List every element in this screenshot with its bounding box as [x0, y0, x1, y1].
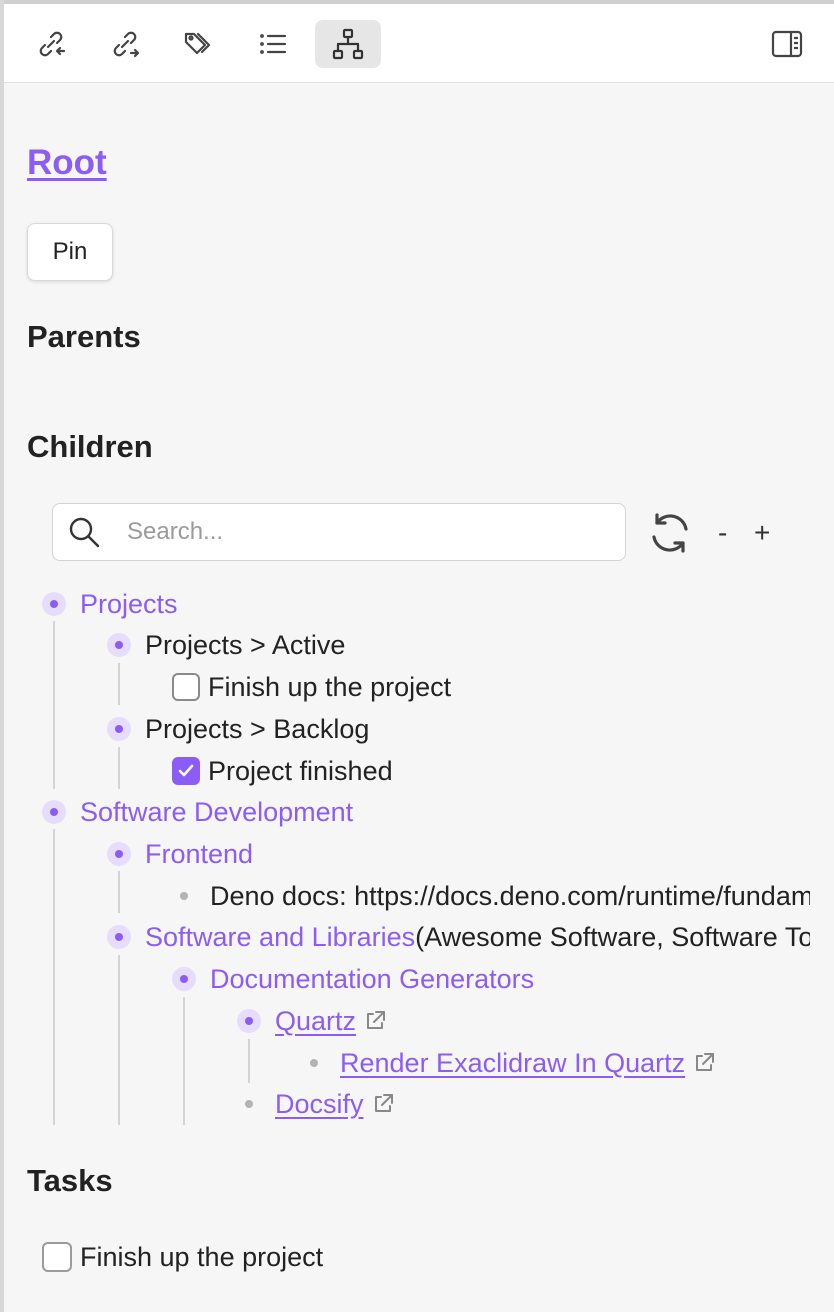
tree-item-label: Software Development — [80, 796, 354, 827]
tree-bullet — [237, 1092, 261, 1116]
tree-item-software-development[interactable]: Software Development — [42, 792, 353, 832]
hierarchy-pane: Root Pin Parents Children - + Projects P… — [0, 83, 834, 1312]
tags-button[interactable] — [166, 20, 232, 68]
tree-item-projects-backlog[interactable]: Projects > Backlog — [107, 709, 369, 749]
tree-guide-line — [248, 1039, 250, 1083]
tree-bullet[interactable] — [107, 717, 131, 741]
tree-item-documentation-generators[interactable]: Documentation Generators — [172, 959, 534, 999]
task-item[interactable]: Project finished — [172, 751, 393, 791]
task-checkbox[interactable] — [172, 673, 200, 701]
children-heading: Children — [27, 429, 153, 464]
toolbar — [4, 4, 834, 83]
search-input[interactable] — [125, 512, 609, 552]
checkmark-icon — [178, 764, 194, 777]
tree-item-projects[interactable]: Projects — [42, 584, 178, 624]
sidebar-toggle-button[interactable] — [754, 20, 820, 68]
task-label: Finish up the project — [80, 1241, 324, 1272]
tree-bullet — [302, 1051, 326, 1075]
tags-icon — [184, 32, 211, 55]
external-link-icon[interactable] — [370, 1091, 396, 1117]
tree-guide-line — [118, 871, 120, 913]
tree-item-link[interactable]: Quartz — [275, 1006, 356, 1037]
tree-guide-line — [53, 829, 55, 1125]
tree-item-deno-docs[interactable]: Deno docs: https://docs.deno.com/runtime… — [172, 876, 810, 916]
tree-item-link[interactable]: Docsify — [275, 1089, 364, 1120]
tree-item-docsify[interactable]: Docsify — [237, 1084, 396, 1124]
task-checkbox-checked[interactable] — [172, 757, 200, 785]
external-link-icon[interactable] — [691, 1050, 717, 1076]
root-link[interactable]: Root — [27, 143, 107, 183]
tree-bullet[interactable] — [237, 1009, 261, 1033]
backlinks-icon — [39, 31, 66, 57]
tree-item-label: Projects > Active — [145, 629, 346, 660]
tree-item-label: Frontend — [145, 838, 254, 869]
tree-item-label: Projects — [80, 588, 178, 619]
task-label: Project finished — [208, 755, 393, 786]
tree-item-software-and-libraries[interactable]: Software and Libraries (Awesome Software… — [107, 917, 810, 957]
tree-bullet[interactable] — [172, 967, 196, 991]
tree-item-aliases: (Awesome Software, Software Tools) — [415, 921, 810, 952]
collapse-all-button[interactable]: - — [718, 517, 727, 549]
tree-bullet[interactable] — [42, 800, 66, 824]
backlinks-button[interactable] — [18, 20, 84, 68]
tree-guide-line — [118, 747, 120, 789]
hierarchy-icon — [332, 28, 364, 60]
tree-item-render-excalidraw[interactable]: Render Exaclidraw In Quartz — [302, 1043, 717, 1083]
tree-item-quartz[interactable]: Quartz — [237, 1001, 388, 1041]
tree-bullet[interactable] — [107, 633, 131, 657]
tree-item-frontend[interactable]: Frontend — [107, 834, 253, 874]
outgoing-links-icon — [113, 31, 140, 58]
refresh-icon[interactable] — [646, 509, 694, 557]
search-icon — [69, 517, 100, 548]
outgoing-links-button[interactable] — [92, 20, 158, 68]
tree-item-label: Deno docs: https://docs.deno.com/runtime… — [210, 880, 810, 911]
external-link-icon[interactable] — [362, 1008, 388, 1034]
tasks-heading: Tasks — [27, 1163, 113, 1198]
tree-item-label: Software and Libraries — [145, 921, 416, 952]
outline-button[interactable] — [240, 20, 306, 68]
tree-bullet[interactable] — [107, 925, 131, 949]
tree-guide-line — [118, 955, 120, 1125]
parents-heading: Parents — [27, 319, 141, 354]
tree-item-link[interactable]: Render Exaclidraw In Quartz — [340, 1048, 685, 1079]
sidebar-toggle-icon — [771, 30, 803, 58]
search-box — [52, 503, 626, 561]
tree-item-label: Projects > Backlog — [145, 713, 370, 744]
hierarchy-button[interactable] — [315, 20, 381, 68]
pin-button[interactable]: Pin — [27, 223, 113, 281]
tree-guide-line — [118, 663, 120, 705]
tree-guide-line — [53, 621, 55, 789]
task-item[interactable]: Finish up the project — [42, 1237, 323, 1277]
task-label: Finish up the project — [208, 671, 452, 702]
tree-bullet[interactable] — [42, 592, 66, 616]
expand-all-button[interactable]: + — [754, 517, 770, 549]
tree-bullet[interactable] — [107, 842, 131, 866]
outline-list-icon — [260, 34, 287, 54]
tree-item-label: Documentation Generators — [210, 963, 535, 994]
tree-bullet — [172, 884, 196, 908]
tree-guide-line — [183, 997, 185, 1125]
task-checkbox[interactable] — [42, 1242, 72, 1272]
task-item[interactable]: Finish up the project — [172, 667, 451, 707]
tree-item-projects-active[interactable]: Projects > Active — [107, 625, 345, 665]
